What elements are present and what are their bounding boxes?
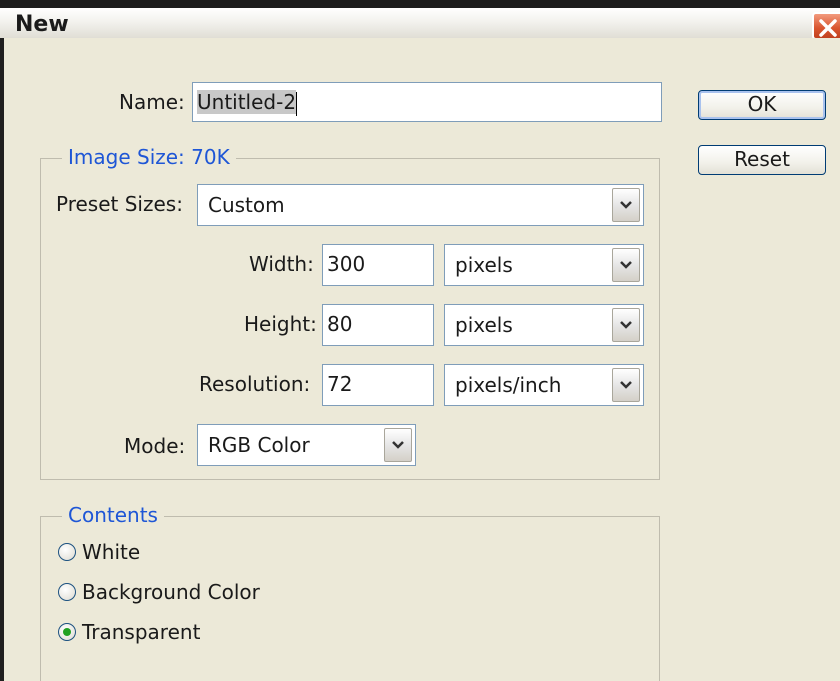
radio-background-color[interactable]: [58, 583, 76, 601]
contents-option-transparent[interactable]: Transparent: [58, 618, 200, 646]
name-label: Name:: [119, 90, 185, 114]
reset-button[interactable]: Reset: [698, 145, 826, 175]
radio-white[interactable]: [58, 543, 76, 561]
ok-button[interactable]: OK: [698, 90, 826, 120]
preset-sizes-arrow[interactable]: [612, 188, 640, 222]
radio-transparent-label: Transparent: [82, 620, 201, 644]
height-input[interactable]: 80: [322, 304, 434, 346]
radio-transparent[interactable]: [58, 623, 76, 641]
image-size-legend: Image Size: 70K: [62, 145, 236, 169]
height-unit-arrow[interactable]: [612, 308, 640, 342]
height-unit-dropdown[interactable]: pixels: [444, 304, 644, 346]
preset-sizes-label: Preset Sizes:: [56, 192, 183, 216]
height-unit-value: pixels: [455, 313, 513, 337]
title-bar[interactable]: New: [0, 0, 840, 40]
resolution-unit-arrow[interactable]: [612, 368, 640, 402]
contents-option-background-color[interactable]: Background Color: [58, 578, 260, 606]
mode-label: Mode:: [124, 434, 186, 458]
radio-background-color-label: Background Color: [82, 580, 260, 604]
contents-option-white[interactable]: White: [58, 538, 140, 566]
dialog-body: Name: Untitled-2 OK Reset Image Size: 70…: [0, 38, 840, 681]
width-unit-dropdown[interactable]: pixels: [444, 244, 644, 286]
preset-sizes-dropdown[interactable]: Custom: [197, 184, 644, 226]
name-input-value: Untitled-2: [197, 90, 297, 114]
name-input[interactable]: Untitled-2: [192, 82, 662, 122]
chevron-down-icon: [620, 261, 632, 269]
window-title: New: [15, 12, 69, 37]
close-icon: [819, 19, 837, 37]
contents-legend: Contents: [62, 503, 164, 527]
resolution-label: Resolution:: [199, 372, 311, 396]
width-input[interactable]: 300: [322, 244, 434, 286]
resolution-unit-value: pixels/inch: [455, 373, 562, 397]
radio-white-label: White: [82, 540, 141, 564]
mode-value: RGB Color: [208, 433, 310, 457]
height-label: Height:: [244, 312, 317, 336]
chevron-down-icon: [392, 441, 404, 449]
width-unit-value: pixels: [455, 253, 513, 277]
text-caret: [296, 91, 298, 116]
resolution-unit-dropdown[interactable]: pixels/inch: [444, 364, 644, 406]
preset-sizes-value: Custom: [208, 193, 285, 217]
mode-arrow[interactable]: [384, 428, 412, 462]
width-label: Width:: [249, 252, 314, 276]
chevron-down-icon: [620, 201, 632, 209]
chevron-down-icon: [620, 321, 632, 329]
width-unit-arrow[interactable]: [612, 248, 640, 282]
mode-dropdown[interactable]: RGB Color: [197, 424, 416, 466]
resolution-input[interactable]: 72: [322, 364, 434, 406]
chevron-down-icon: [620, 381, 632, 389]
close-button[interactable]: [812, 12, 840, 40]
